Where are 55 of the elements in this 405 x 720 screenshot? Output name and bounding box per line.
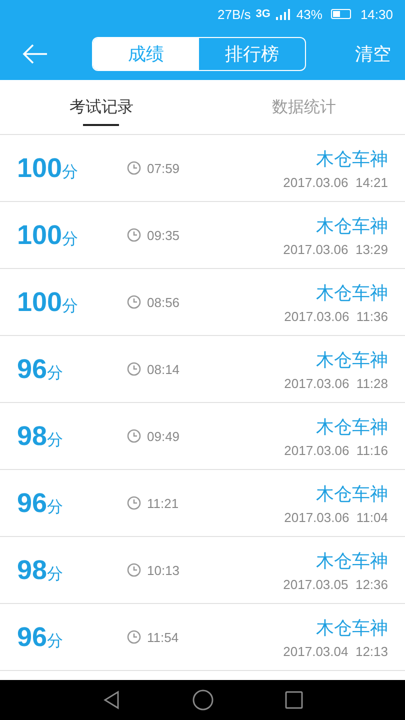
battery-percent: 43%	[296, 6, 322, 22]
duration-text: 11:21	[147, 496, 179, 510]
duration-text: 08:14	[147, 362, 180, 376]
score-text: 96分	[17, 488, 64, 518]
clock-icon	[127, 295, 141, 309]
duration-text: 07:59	[147, 160, 180, 176]
score-text: 98分	[17, 554, 64, 586]
clock-icon	[127, 161, 141, 175]
date-time: 2017.03.04 12:13	[283, 644, 388, 658]
user-name: 木仓车神	[316, 282, 388, 304]
user-name: 木仓车神	[316, 482, 388, 506]
score-text: 96分	[17, 622, 64, 652]
user-name: 木仓车神	[316, 550, 388, 572]
duration-text: 08:56	[147, 294, 180, 310]
score-text: 98分	[17, 420, 64, 452]
tab[interactable]: 考试记录	[0, 80, 202, 134]
date-time: 2017.03.06 11:16	[284, 442, 388, 458]
user-name: 木仓车神	[316, 416, 388, 438]
user-name: 木仓车神	[316, 616, 388, 640]
clock-icon	[127, 228, 141, 242]
clock-icon	[127, 563, 141, 577]
score-text: 100分	[17, 220, 80, 250]
home-icon[interactable]	[192, 689, 214, 711]
duration-text: 09:49	[147, 428, 180, 444]
duration-text: 11:54	[147, 630, 179, 644]
back-arrow-icon[interactable]	[22, 44, 48, 64]
network-speed: 27B/s	[217, 6, 251, 22]
signal-icon	[275, 8, 292, 20]
segment-tab[interactable]: 排行榜	[199, 38, 305, 70]
network-type: 3G	[256, 8, 270, 20]
clock-icon	[127, 630, 141, 644]
score-text: 100分	[17, 286, 80, 318]
score-text: 96分	[17, 354, 64, 384]
clear-button[interactable]: 清空	[355, 42, 391, 66]
duration-text: 10:13	[147, 562, 180, 578]
user-name: 木仓车神	[316, 214, 388, 238]
date-time: 2017.03.06 13:29	[283, 242, 388, 256]
battery-icon	[331, 9, 352, 19]
tab[interactable]: 数据统计	[202, 80, 405, 134]
date-time: 2017.03.06 11:36	[284, 308, 388, 324]
user-name: 木仓车神	[316, 348, 388, 372]
date-time: 2017.03.06 11:28	[284, 376, 388, 390]
user-name: 木仓车神	[316, 148, 388, 170]
clock-icon	[127, 496, 141, 510]
duration-text: 09:35	[147, 228, 180, 242]
date-time: 2017.03.06 14:21	[283, 174, 388, 190]
date-time: 2017.03.05 12:36	[283, 576, 388, 592]
date-time: 2017.03.06 11:04	[284, 510, 388, 524]
back-icon[interactable]	[102, 690, 122, 710]
clock-icon	[127, 429, 141, 443]
clock-icon	[127, 362, 141, 376]
clock-time: 14:30	[360, 6, 393, 22]
score-text: 100分	[17, 152, 80, 184]
segment-tab[interactable]: 成绩	[93, 38, 199, 70]
recents-icon[interactable]	[284, 690, 304, 710]
